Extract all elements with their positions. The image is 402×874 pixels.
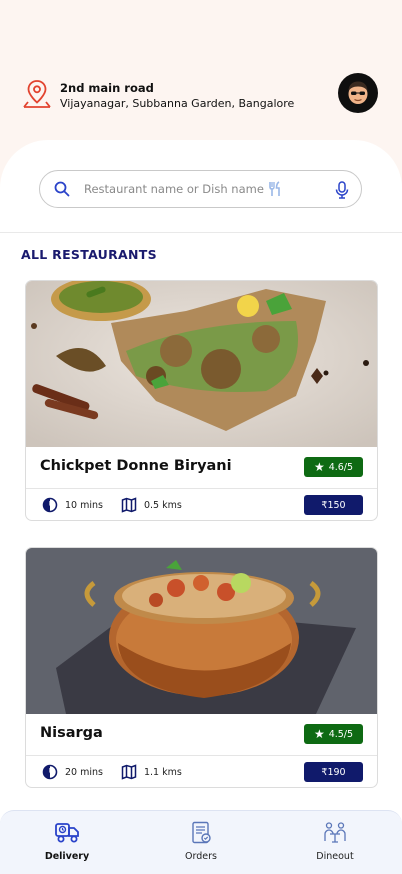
- price-badge: ₹150: [304, 495, 363, 515]
- section-title: ALL RESTAURANTS: [21, 247, 157, 262]
- distance: 1.1 kms: [143, 766, 182, 778]
- bottom-navigation: Delivery Orders Dineout: [0, 810, 402, 874]
- user-avatar[interactable]: [338, 73, 378, 113]
- restaurant-name: Chickpet Donne Biryani: [40, 458, 232, 474]
- nav-orders[interactable]: Orders: [134, 811, 268, 874]
- card-divider: [26, 488, 377, 489]
- delivery-address[interactable]: 2nd main road Vijayanagar, Subbanna Gard…: [22, 78, 294, 112]
- address-line-2: Vijayanagar, Subbanna Garden, Bangalore: [60, 97, 295, 110]
- restaurant-meta: 10 mins 0.5 kms: [42, 497, 182, 513]
- avatar-face-icon: [348, 81, 368, 104]
- price-badge: ₹190: [304, 762, 363, 782]
- nav-label: Orders: [185, 851, 217, 862]
- search-icon: [54, 181, 70, 197]
- nav-label: Dineout: [316, 851, 354, 862]
- restaurant-meta: 20 mins 1.1 kms: [42, 764, 182, 780]
- microphone-icon[interactable]: [335, 181, 349, 199]
- search-bar[interactable]: [39, 170, 362, 208]
- map-icon: [121, 764, 137, 780]
- nav-delivery[interactable]: Delivery: [0, 811, 134, 874]
- address-line-1: 2nd main road: [60, 81, 154, 95]
- star-icon: ★: [313, 727, 325, 741]
- star-icon: ★: [313, 460, 325, 474]
- divider: [0, 232, 402, 233]
- restaurant-card[interactable]: Chickpet Donne Biryani ★ 4.6/5 10 mins 0…: [25, 280, 378, 521]
- nav-dineout[interactable]: Dineout: [268, 811, 402, 874]
- restaurant-photo: [26, 281, 377, 447]
- search-input[interactable]: [84, 182, 264, 196]
- delivery-time: 10 mins: [65, 499, 103, 511]
- fork-knife-icon: [269, 181, 280, 196]
- orders-receipt-icon: [192, 821, 211, 844]
- location-pin-icon: [23, 80, 51, 108]
- restaurant-name: Nisarga: [40, 725, 103, 741]
- clock-icon: [42, 764, 58, 780]
- rating-value: 4.6/5: [328, 461, 354, 473]
- rating-badge: ★ 4.6/5: [304, 457, 363, 477]
- rating-badge: ★ 4.5/5: [304, 724, 363, 744]
- delivery-time: 20 mins: [65, 766, 103, 778]
- rating-value: 4.5/5: [328, 728, 354, 740]
- map-icon: [121, 497, 137, 513]
- clock-icon: [42, 497, 58, 513]
- nav-label: Delivery: [44, 851, 90, 862]
- restaurant-photo: [26, 548, 377, 714]
- card-divider: [26, 755, 377, 756]
- distance: 0.5 kms: [143, 499, 182, 511]
- dineout-table-icon: [324, 822, 346, 843]
- restaurant-card[interactable]: Nisarga ★ 4.5/5 20 mins 1.1 kms ₹190: [25, 547, 378, 788]
- delivery-truck-icon: [55, 823, 79, 843]
